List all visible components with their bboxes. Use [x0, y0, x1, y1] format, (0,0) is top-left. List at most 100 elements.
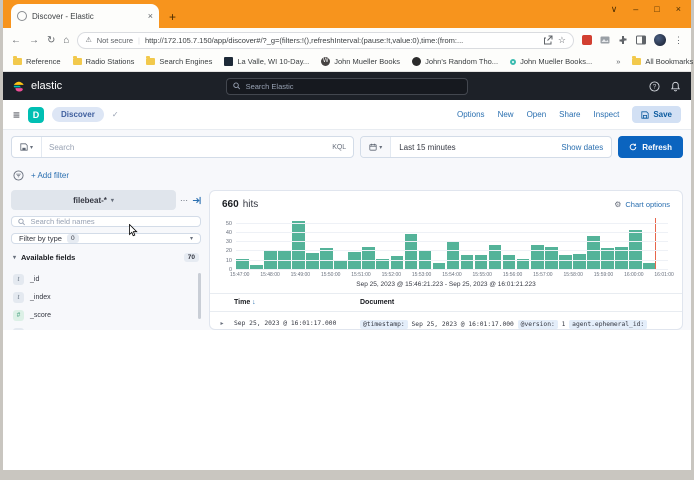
field-key-chip[interactable]: agent.ephemeral_id: [569, 320, 647, 329]
saved-check-icon: ✓ [112, 110, 119, 119]
back-icon[interactable]: ← [11, 35, 21, 46]
extensions-puzzle-icon[interactable] [618, 35, 628, 45]
profile-avatar[interactable] [654, 34, 666, 46]
field-key-chip[interactable]: @version: [518, 320, 558, 329]
bookmark-label: John Mueller Books [334, 57, 400, 66]
space-badge[interactable]: D [28, 107, 44, 123]
toolbar-link-inspect[interactable]: Inspect [594, 110, 620, 119]
histogram-bar[interactable] [391, 256, 404, 270]
bookmark-item[interactable]: WJohn Mueller Books [321, 57, 400, 66]
field-key-chip[interactable]: @timestamp: [360, 320, 408, 329]
nav-menu-icon[interactable]: ≡ [13, 108, 20, 122]
global-search-input[interactable] [246, 82, 461, 91]
bookmark-item[interactable]: John's Random Tho... [412, 57, 498, 66]
side-panel-icon[interactable] [636, 35, 646, 45]
hits-histogram[interactable]: 01020304050 [236, 218, 668, 270]
browser-tab[interactable]: Discover - Elastic × [11, 4, 159, 28]
histogram-bar[interactable] [306, 253, 319, 270]
window-close-icon[interactable]: × [676, 4, 681, 15]
kql-search-input[interactable] [42, 143, 325, 152]
elastic-logo[interactable]: elastic [13, 80, 62, 93]
x-axis-tick: 15:49:00 [291, 272, 310, 278]
histogram-bar[interactable] [447, 242, 460, 270]
histogram-bar[interactable] [292, 221, 305, 270]
available-fields-header[interactable]: ▾ Available fields 70 [11, 250, 201, 263]
breadcrumb[interactable]: Discover [52, 107, 104, 122]
toolbar-link-options[interactable]: Options [457, 110, 485, 119]
field-search-input[interactable] [30, 217, 194, 226]
add-filter-link[interactable]: + Add filter [31, 171, 69, 180]
histogram-bar[interactable] [475, 255, 488, 270]
chart-options-button[interactable]: ⚙ Chart options [614, 200, 670, 209]
global-search[interactable] [226, 78, 468, 95]
field-item[interactable]: t_id [13, 270, 199, 288]
adblock-extension-icon[interactable] [582, 35, 592, 45]
field-item[interactable]: t_index [13, 288, 199, 306]
y-axis-label: 50 [226, 221, 232, 227]
histogram-bar[interactable] [461, 255, 474, 270]
window-minimize-icon[interactable]: – [633, 4, 638, 15]
toolbar-link-new[interactable]: New [498, 110, 514, 119]
field-name: _score [30, 312, 51, 319]
screenshot-extension-icon[interactable] [600, 35, 610, 45]
histogram-bar[interactable] [419, 251, 432, 270]
field-item[interactable]: t_type [13, 324, 199, 330]
histogram-bar[interactable] [348, 252, 361, 270]
all-bookmarks-label: All Bookmarks [645, 57, 693, 66]
saved-query-menu-button[interactable]: ▾ [12, 137, 42, 157]
index-actions-icon[interactable]: ⋯ [180, 196, 188, 205]
histogram-bar[interactable] [573, 254, 586, 270]
index-pattern-selector[interactable]: filebeat-* ▾ [11, 190, 176, 210]
histogram-bar[interactable] [531, 245, 544, 270]
bookmark-star-icon[interactable]: ☆ [558, 35, 566, 46]
new-tab-button[interactable]: + [169, 10, 176, 24]
alerts-bell-icon[interactable] [670, 81, 681, 92]
time-column-header[interactable]: Time ↓ [210, 299, 360, 306]
help-icon[interactable]: ? [649, 81, 660, 92]
toolbar-link-share[interactable]: Share [559, 110, 580, 119]
save-button[interactable]: Save [632, 106, 681, 123]
collapse-sidebar-icon[interactable] [192, 196, 201, 205]
refresh-label: Refresh [642, 143, 672, 152]
bookmark-item[interactable]: Reference [13, 57, 61, 66]
filter-menu-icon[interactable] [13, 170, 24, 181]
bookmarks-overflow-icon[interactable]: » [616, 57, 620, 66]
field-search-box[interactable] [11, 216, 201, 227]
window-menu-icon[interactable]: ∨ [611, 4, 618, 15]
show-dates-link[interactable]: Show dates [553, 143, 611, 152]
chart-options-label: Chart options [625, 200, 670, 209]
histogram-bar[interactable] [559, 255, 572, 270]
site-favicon [510, 59, 516, 65]
refresh-button[interactable]: Refresh [618, 136, 683, 158]
forward-icon[interactable]: → [29, 35, 39, 46]
window-maximize-icon[interactable]: □ [654, 4, 659, 15]
toolbar-link-open[interactable]: Open [527, 110, 547, 119]
bookmark-item[interactable]: Search Engines [146, 57, 212, 66]
calendar-menu-button[interactable]: ▾ [361, 137, 391, 157]
share-icon[interactable] [543, 35, 553, 45]
histogram-bar[interactable] [405, 234, 418, 270]
field-item[interactable]: #_score [13, 306, 199, 324]
x-axis-tick: 15:53:00 [412, 272, 431, 278]
sidebar-scrollbar[interactable] [198, 273, 201, 319]
kql-badge[interactable]: KQL [325, 144, 353, 151]
histogram-bar[interactable] [503, 255, 516, 270]
bookmark-item[interactable]: Radio Stations [73, 57, 135, 66]
tab-close-icon[interactable]: × [148, 11, 153, 21]
y-axis-label: 30 [226, 239, 232, 245]
document-column-header[interactable]: Document [360, 299, 394, 306]
time-range-value[interactable]: Last 15 minutes [391, 143, 553, 152]
address-bar[interactable]: ⚠ Not secure | http://172.105.7.150/app/… [77, 32, 574, 49]
histogram-bar[interactable] [278, 251, 291, 270]
all-bookmarks-button[interactable]: All Bookmarks [632, 57, 693, 66]
home-icon[interactable]: ⌂ [63, 35, 69, 46]
bookmark-item[interactable]: La Valle, WI 10-Day... [224, 57, 309, 66]
browser-menu-icon[interactable]: ⋮ [674, 35, 683, 46]
bookmark-item[interactable]: John Mueller Books... [510, 57, 592, 66]
y-axis-label: 0 [229, 267, 232, 273]
reload-icon[interactable]: ↻ [47, 35, 55, 46]
window-frame-bottom [0, 470, 694, 480]
filter-by-type-select[interactable]: Filter by type 0 ▾ [11, 233, 201, 244]
histogram-bar[interactable] [489, 245, 502, 270]
expand-row-icon[interactable]: ▸ [210, 318, 234, 329]
